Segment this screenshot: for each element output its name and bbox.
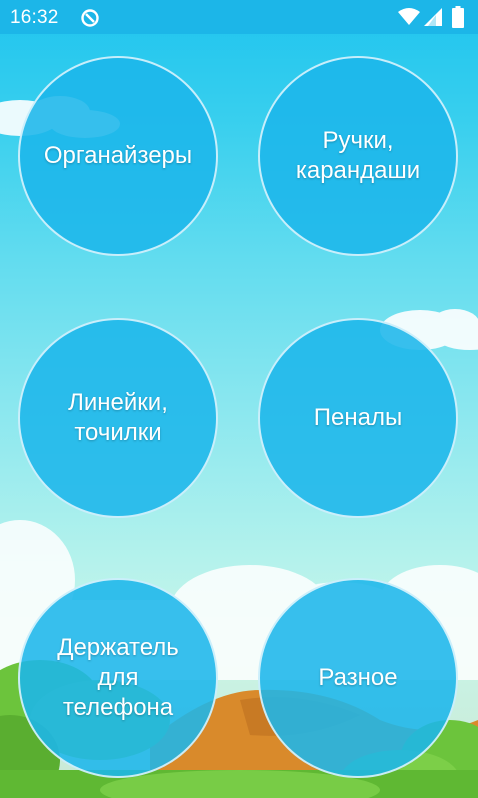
category-organizers-button[interactable]: Органайзеры: [18, 56, 218, 256]
category-rulers-sharpeners-button[interactable]: Линейки, точилки: [18, 318, 218, 518]
category-misc-button[interactable]: Разное: [258, 578, 458, 778]
status-time: 16:32: [10, 7, 59, 28]
category-label: Держатель для телефона: [57, 634, 179, 721]
wifi-icon: [398, 8, 420, 25]
category-label: Разное: [318, 664, 398, 691]
category-pencil-cases-button[interactable]: Пеналы: [258, 318, 458, 518]
sync-icon: [81, 9, 99, 27]
battery-icon: [452, 6, 464, 28]
category-phone-holder-button[interactable]: Держатель для телефона: [18, 578, 218, 778]
app-screen: 16:32 Органайзеры Ручки, карандаши Линей…: [0, 0, 478, 798]
category-label: Органайзеры: [43, 142, 193, 169]
signal-icon: [424, 8, 442, 26]
category-label: Пеналы: [313, 404, 403, 431]
category-label: Линейки, точилки: [68, 389, 168, 446]
status-bar: 16:32: [0, 0, 478, 34]
category-label: Ручки, карандаши: [295, 127, 421, 184]
category-pens-pencils-button[interactable]: Ручки, карандаши: [258, 56, 458, 256]
